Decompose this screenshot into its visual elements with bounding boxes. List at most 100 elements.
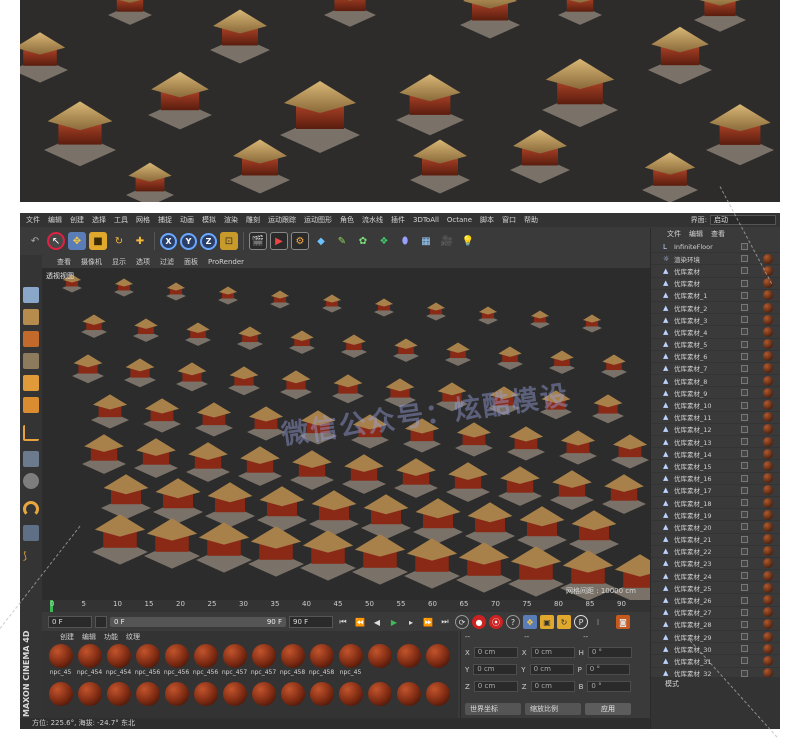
material-swatch[interactable]: npc_456 (133, 643, 162, 681)
object-row[interactable]: ▲ 优库素材_28 (651, 619, 780, 631)
tweak-mode-icon[interactable] (23, 451, 39, 467)
menu-item[interactable]: 窗口 (498, 215, 520, 225)
object-row[interactable]: ▲ 优库素材_24 (651, 570, 780, 583)
rotation-field[interactable]: 0 ° (587, 647, 632, 658)
object-row[interactable]: ▲ 优库素材_27 (651, 607, 780, 619)
prev-key-icon[interactable]: ⏪ (353, 615, 367, 629)
loop-icon[interactable]: ⟳ (455, 615, 469, 629)
object-row[interactable]: ▲ 优库素材_4 (651, 326, 780, 339)
material-swatch[interactable]: npc_457 (249, 643, 278, 681)
visibility-toggle[interactable] (741, 608, 748, 616)
polygons-mode-icon[interactable] (23, 397, 39, 413)
material-tag-icon[interactable] (763, 460, 773, 471)
material-swatch[interactable] (220, 681, 249, 719)
material-swatch[interactable] (365, 643, 394, 681)
magnet-icon[interactable] (23, 501, 39, 517)
apply-button[interactable]: 应用 (585, 703, 631, 715)
material-tag-icon[interactable] (763, 570, 773, 581)
viewport-menu-item[interactable]: 过滤 (155, 257, 179, 267)
menu-item[interactable]: 选择 (88, 215, 110, 225)
snap-icon[interactable] (23, 473, 39, 489)
material-tag-icon[interactable] (763, 558, 773, 569)
material-tag-icon[interactable] (763, 339, 773, 350)
material-swatch[interactable] (191, 681, 220, 719)
visibility-toggle[interactable] (741, 523, 748, 531)
coordinate-system-icon[interactable]: ⊡ (220, 232, 238, 250)
model-mode-icon[interactable] (23, 287, 39, 303)
key-scale-icon[interactable]: ▣ (540, 615, 554, 629)
object-row[interactable]: ▲ 优库素材_29 (651, 631, 780, 644)
object-row[interactable]: ▲ 优库素材_14 (651, 448, 780, 461)
menu-item[interactable]: 运动图形 (300, 215, 336, 225)
layout-dropdown[interactable]: 启动 (710, 215, 776, 225)
key-position-icon[interactable]: ✥ (523, 615, 537, 629)
material-tag-icon[interactable] (763, 400, 773, 411)
deformer-icon[interactable]: ⬮ (396, 232, 414, 250)
object-row[interactable]: ▲ 优库素材_31 (651, 655, 780, 668)
menu-item[interactable]: 编辑 (44, 215, 66, 225)
prev-frame-icon[interactable]: ◀ (370, 615, 384, 629)
position-field[interactable]: 0 cm (473, 664, 518, 675)
material-tag-icon[interactable] (763, 314, 773, 325)
material-swatch[interactable] (336, 681, 365, 719)
visibility-toggle[interactable] (741, 389, 748, 397)
object-row[interactable]: ▲ 优库素材_8 (651, 375, 780, 388)
viewport-menu-item[interactable]: ProRender (203, 258, 249, 266)
timeline-ruler[interactable]: 0 5 10 15 20 25 30 35 40 45 50 55 60 65 70 75 80 85 90 (42, 600, 650, 612)
object-row[interactable]: ▲ 优库素材_7 (651, 363, 780, 376)
visibility-toggle[interactable] (741, 596, 748, 604)
coord-mode-dropdown[interactable]: 世界坐标 (465, 703, 521, 715)
visibility-toggle[interactable] (741, 535, 748, 543)
material-tag-icon[interactable] (763, 497, 773, 508)
material-tag-icon[interactable] (763, 412, 773, 423)
subdivision-icon[interactable]: ✿ (354, 232, 372, 250)
object-row[interactable]: ▲ 优库素材_15 (651, 460, 780, 473)
size-field[interactable]: 0 cm (530, 681, 575, 692)
key-parameter-icon[interactable]: P (574, 615, 588, 629)
material-tag-icon[interactable] (763, 448, 773, 459)
visibility-toggle[interactable] (741, 450, 748, 458)
visibility-toggle[interactable] (741, 340, 748, 348)
move-tool-icon[interactable]: ✥ (68, 232, 86, 250)
autokey-icon[interactable]: ⦿ (489, 615, 503, 629)
object-row[interactable]: ▲ 优库素材_21 (651, 534, 780, 546)
material-swatch[interactable]: npc_457 (220, 643, 249, 681)
material-tag-icon[interactable] (763, 290, 773, 301)
material-tag-icon[interactable] (763, 619, 773, 630)
object-row[interactable]: ▲ 优库素材_25 (651, 582, 780, 595)
visibility-toggle[interactable] (741, 486, 748, 494)
position-field[interactable]: 0 cm (473, 647, 518, 658)
material-swatch[interactable]: npc_456 (191, 643, 220, 681)
material-tag-icon[interactable] (763, 582, 773, 593)
material-tag-icon[interactable] (763, 655, 773, 666)
viewport-menu-item[interactable]: 显示 (107, 257, 131, 267)
visibility-toggle[interactable] (741, 572, 748, 580)
edges-mode-icon[interactable] (23, 375, 39, 391)
material-swatch[interactable] (423, 681, 452, 719)
menu-item[interactable]: 脚本 (476, 215, 498, 225)
material-swatch[interactable] (307, 681, 336, 719)
viewport-menu-item[interactable]: 选项 (131, 257, 155, 267)
visibility-toggle[interactable] (741, 584, 748, 592)
visibility-toggle[interactable] (741, 304, 748, 312)
material-swatch[interactable] (46, 681, 75, 719)
visibility-toggle[interactable] (741, 462, 748, 470)
material-tag-icon[interactable] (763, 643, 773, 654)
object-row[interactable]: ▲ 优库素材_6 (651, 351, 780, 363)
material-tag-icon[interactable] (763, 436, 773, 447)
menu-item[interactable]: 动画 (176, 215, 198, 225)
material-swatch[interactable] (75, 681, 104, 719)
object-row[interactable]: ▲ 优库素材_2 (651, 302, 780, 315)
material-tag-icon[interactable] (763, 424, 773, 435)
object-row[interactable]: ▲ 优库素材_5 (651, 339, 780, 351)
cloner-icon[interactable]: ❖ (375, 232, 393, 250)
material-swatch[interactable] (133, 681, 162, 719)
material-swatch[interactable]: npc_458 (307, 643, 336, 681)
visibility-toggle[interactable] (741, 633, 748, 641)
material-swatch[interactable]: npc_45 (336, 643, 365, 681)
live-select-icon[interactable]: ↖ (47, 232, 65, 250)
viewport-menu-item[interactable]: 查看 (52, 257, 76, 267)
visibility-toggle[interactable] (741, 364, 748, 372)
material-tag-icon[interactable] (763, 595, 773, 606)
frame-range-slider[interactable]: 0 F 90 F (110, 617, 286, 627)
